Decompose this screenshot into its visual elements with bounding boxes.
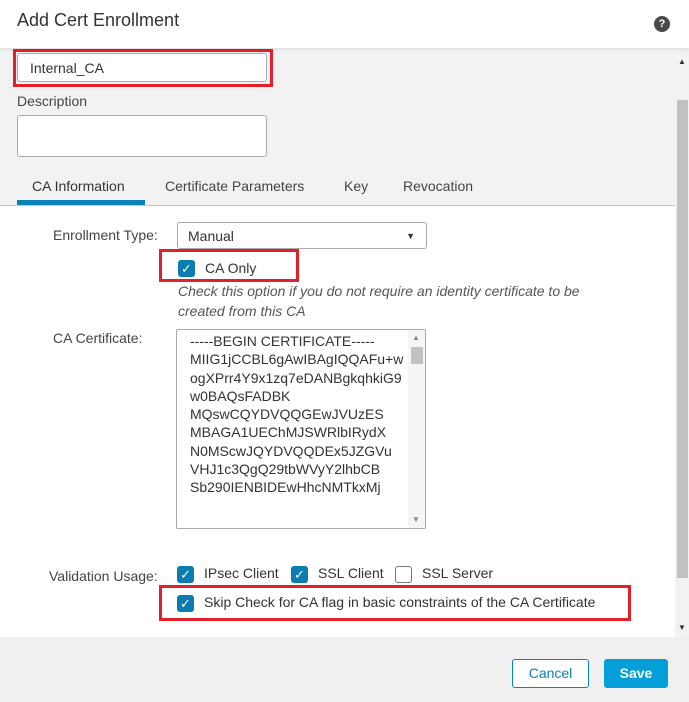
ca-only-hint: Check this option if you do not require … <box>178 283 580 319</box>
ca-only-checkbox[interactable]: ✓ <box>178 260 195 277</box>
name-input[interactable] <box>17 53 267 82</box>
ssl-client-checkbox[interactable]: ✓ <box>291 566 308 583</box>
scroll-up-icon[interactable]: ▲ <box>412 333 420 342</box>
scroll-down-icon[interactable]: ▼ <box>678 623 686 632</box>
chevron-down-icon: ▼ <box>406 231 415 241</box>
ca-certificate-textarea[interactable]: -----BEGIN CERTIFICATE----- MIIG1jCCBL6g… <box>176 329 426 529</box>
ca-only-label: CA Only <box>205 260 257 276</box>
ca-certificate-label: CA Certificate: <box>53 330 143 346</box>
tab-revocation[interactable]: Revocation <box>403 178 473 194</box>
enrollment-type-select[interactable]: Manual ▼ <box>177 222 427 249</box>
save-button[interactable]: Save <box>604 659 668 688</box>
tab-certificate-parameters[interactable]: Certificate Parameters <box>165 178 304 194</box>
textarea-scrollbar[interactable]: ▲ ▼ <box>408 330 425 528</box>
active-tab-indicator <box>17 200 145 205</box>
scroll-up-icon[interactable]: ▲ <box>678 57 686 66</box>
ipsec-client-label: IPsec Client <box>204 565 279 581</box>
dialog-header: Add Cert Enrollment ? <box>0 0 689 48</box>
scroll-thumb[interactable] <box>677 100 688 578</box>
ssl-server-label: SSL Server <box>422 565 494 581</box>
ssl-server-checkbox[interactable] <box>395 566 412 583</box>
skip-check-checkbox[interactable]: ✓ <box>177 595 194 612</box>
description-label: Description <box>17 93 88 109</box>
ssl-client-label: SSL Client <box>318 565 384 581</box>
help-icon[interactable]: ? <box>654 16 670 32</box>
ipsec-client-checkbox[interactable]: ✓ <box>177 566 194 583</box>
ca-certificate-text: -----BEGIN CERTIFICATE----- MIIG1jCCBL6g… <box>190 333 404 496</box>
tab-key[interactable]: Key <box>344 178 368 194</box>
enrollment-type-label: Enrollment Type: <box>53 227 158 243</box>
cancel-button[interactable]: Cancel <box>512 659 589 688</box>
dialog-title: Add Cert Enrollment <box>17 10 180 30</box>
description-input[interactable] <box>17 115 267 157</box>
enrollment-type-value: Manual <box>188 228 234 244</box>
scroll-down-icon[interactable]: ▼ <box>412 515 420 524</box>
skip-check-label: Skip Check for CA flag in basic constrai… <box>204 594 596 610</box>
tab-ca-information[interactable]: CA Information <box>32 178 125 194</box>
validation-usage-label: Validation Usage: <box>49 568 158 584</box>
scroll-thumb[interactable] <box>411 347 423 364</box>
